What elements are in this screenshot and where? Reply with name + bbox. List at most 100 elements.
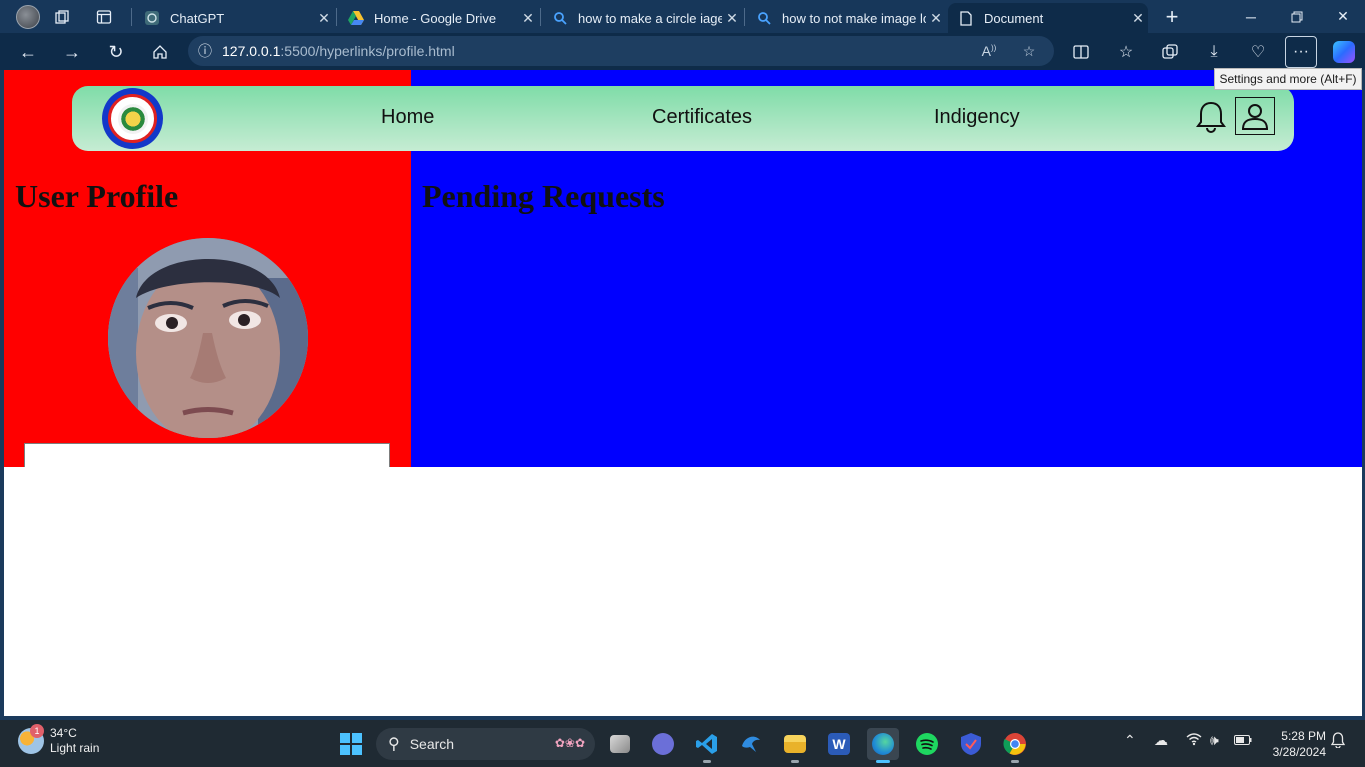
settings-and-more-button[interactable]: ··· (1285, 36, 1317, 68)
weather-badge: 1 (30, 724, 44, 738)
workspaces-button[interactable] (42, 0, 82, 33)
teams-chat-button[interactable] (647, 728, 679, 760)
close-tab-icon[interactable]: ✕ (722, 10, 742, 27)
weather-widget[interactable]: 1 34°C Light rain (18, 724, 99, 756)
wifi-icon[interactable] (1186, 732, 1202, 749)
nav-link-certificates[interactable]: Certificates (652, 106, 752, 129)
close-tab-icon[interactable]: ✕ (314, 10, 334, 27)
word-icon: W (828, 733, 850, 755)
downloads-button[interactable]: ⤓ (1198, 36, 1230, 68)
address-bar[interactable]: ⓘ 127.0.0.1:5500/hyperlinks/profile.html… (188, 36, 1054, 66)
site-navbar: Home Certificates Indigency (72, 86, 1294, 151)
shield-icon (961, 733, 981, 755)
collections-button[interactable] (1154, 36, 1186, 68)
profile-name-field[interactable] (24, 443, 390, 467)
system-clock[interactable]: 5:28 PM 3/28/2024 (1262, 728, 1326, 760)
more-dots-icon: ··· (1293, 43, 1309, 60)
minimize-button[interactable]: ─ (1228, 0, 1274, 33)
profile-avatar-icon (16, 4, 40, 29)
word-button[interactable]: W (823, 728, 855, 760)
battery-icon[interactable] (1234, 732, 1252, 748)
split-screen-icon (1073, 45, 1089, 59)
chrome-icon (1003, 733, 1026, 755)
weather-temp: 34°C (50, 726, 77, 740)
split-screen-button[interactable] (1065, 36, 1097, 68)
task-view-button[interactable] (604, 728, 636, 760)
minimize-icon: ─ (1246, 8, 1256, 25)
close-tab-icon[interactable]: ✕ (926, 10, 946, 27)
show-hidden-icons-button[interactable]: ⌃ (1124, 732, 1136, 749)
tab-document[interactable]: Document ✕ (948, 3, 1148, 33)
tab-search-image-loop[interactable]: how to not make image lo ✕ (746, 3, 946, 33)
refresh-button[interactable]: ↻ (100, 36, 132, 68)
close-tab-icon[interactable]: ✕ (518, 10, 538, 27)
new-tab-button[interactable]: + (1152, 0, 1192, 33)
favorites-button[interactable]: ☆ (1110, 36, 1142, 68)
tab-actions-button[interactable] (84, 0, 124, 33)
heartbeat-icon: ♡ (1250, 44, 1266, 61)
spotify-button[interactable] (911, 728, 943, 760)
tab-search-circle-image[interactable]: how to make a circle iage ✕ (542, 3, 742, 33)
search-icon (552, 10, 568, 26)
notifications-bell-icon[interactable] (1330, 732, 1346, 751)
logo-seal-icon (108, 94, 157, 143)
file-explorer-button[interactable] (779, 728, 811, 763)
taskbar-search[interactable]: ⚲ Search ✿❀✿ (376, 728, 595, 760)
plus-icon: + (1165, 3, 1179, 29)
user-account-button[interactable] (1235, 97, 1275, 135)
close-window-button[interactable]: ✕ (1320, 0, 1365, 33)
dolphin-icon (742, 736, 760, 752)
page-viewport: Home Certificates Indigency User Profile… (4, 70, 1362, 716)
copilot-icon (1333, 41, 1355, 63)
profile-photo (108, 238, 308, 438)
nav-link-home[interactable]: Home (381, 106, 434, 129)
tab-separator (744, 8, 745, 26)
clock-date: 3/28/2024 (1272, 745, 1326, 759)
favorite-button[interactable]: ☆ (1014, 36, 1044, 66)
drive-icon (348, 10, 364, 26)
tab-title: Home - Google Drive (374, 10, 497, 26)
refresh-icon: ↻ (108, 41, 124, 62)
search-icon (756, 10, 772, 26)
performance-button[interactable]: ♡ (1242, 36, 1274, 68)
onedrive-icon[interactable]: ☁ (1154, 732, 1168, 749)
restore-button[interactable] (1274, 0, 1320, 33)
tab-google-drive[interactable]: Home - Google Drive ✕ (338, 3, 538, 33)
bell-icon (1196, 101, 1226, 133)
chrome-button[interactable] (999, 728, 1031, 763)
task-view-icon (610, 735, 630, 753)
security-app-button[interactable] (955, 728, 987, 760)
read-aloud-button[interactable]: A)) (974, 36, 1004, 66)
tooltip: Settings and more (Alt+F) (1214, 68, 1362, 90)
vscode-button[interactable] (691, 728, 723, 763)
star-icon: ☆ (1022, 42, 1036, 59)
close-tab-icon[interactable]: ✕ (1128, 10, 1148, 27)
site-info-icon[interactable]: ⓘ (188, 41, 222, 61)
copilot-button[interactable] (1328, 36, 1360, 68)
nav-link-indigency[interactable]: Indigency (934, 106, 1020, 129)
forward-button[interactable]: → (56, 36, 88, 68)
download-icon: ⤓ (1210, 43, 1218, 60)
tab-chatgpt[interactable]: ChatGPT ✕ (134, 3, 334, 33)
tab-actions-icon (96, 9, 112, 24)
cherry-blossom-icon: ✿❀✿ (554, 736, 585, 750)
volume-icon[interactable]: 🕪 (1210, 732, 1219, 749)
page-icon (958, 10, 974, 26)
windows-taskbar: 1 34°C Light rain ⚲ Search ✿❀✿ W ⌃ ☁ 🕪 5… (0, 720, 1365, 767)
edge-button[interactable] (867, 728, 899, 763)
folder-icon (784, 735, 806, 753)
back-button[interactable]: ← (12, 36, 44, 68)
chat-icon (652, 733, 674, 755)
url-host: 127.0.0.1 (222, 43, 281, 59)
spotify-icon (916, 733, 938, 755)
home-button[interactable] (144, 36, 176, 68)
start-button[interactable] (340, 733, 362, 755)
arrow-left-icon: ← (19, 41, 37, 62)
dolphin-app-button[interactable] (735, 728, 767, 760)
workspaces-icon (55, 9, 69, 24)
clock-time: 5:28 PM (1281, 729, 1326, 743)
tab-separator (131, 8, 132, 26)
barangay-logo[interactable] (102, 88, 163, 149)
notification-bell-button[interactable] (1194, 100, 1228, 134)
restore-icon (1291, 11, 1303, 22)
